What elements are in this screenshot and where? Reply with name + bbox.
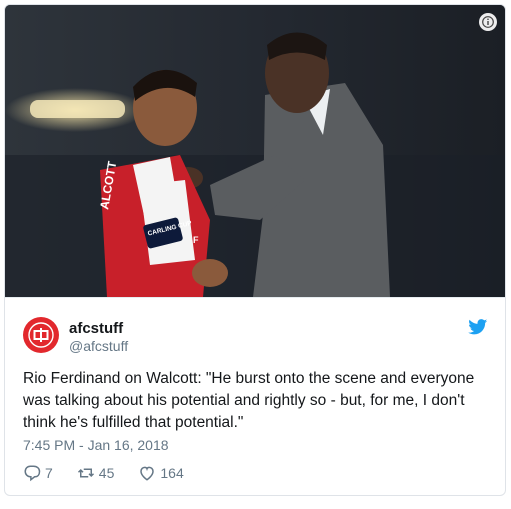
badge-letter: F <box>193 235 199 245</box>
retweet-icon <box>77 468 94 478</box>
tweet-actions: 7 45 164 <box>23 463 208 483</box>
like-count: 164 <box>160 465 184 481</box>
tweet-text: Rio Ferdinand on Walcott: "He burst onto… <box>23 370 475 431</box>
photo-artwork: ALCOTT CARLING CUP F <box>5 5 505 297</box>
tweet-photo[interactable]: ALCOTT CARLING CUP F <box>5 5 505 297</box>
tweet-header: afcstuff @afcstuff <box>23 317 488 357</box>
heart-icon <box>140 466 155 481</box>
reply-count: 7 <box>45 465 53 481</box>
tweet-timestamp[interactable]: 7:45 PM - Jan 16, 2018 <box>23 437 169 453</box>
retweet-button[interactable]: 45 <box>77 464 115 482</box>
retweet-count: 45 <box>98 465 115 481</box>
info-icon[interactable] <box>479 13 497 31</box>
like-button[interactable]: 164 <box>138 464 184 482</box>
avatar[interactable] <box>23 317 59 353</box>
tweet-card: ALCOTT CARLING CUP F afcstuff @afcstuff <box>4 4 506 496</box>
reply-icon <box>24 465 41 482</box>
display-name[interactable]: afcstuff <box>69 320 123 337</box>
user-handle[interactable]: @afcstuff <box>69 338 128 354</box>
twitter-bird-icon[interactable] <box>468 319 488 335</box>
media-divider <box>5 297 505 298</box>
reply-button[interactable]: 7 <box>23 464 53 482</box>
